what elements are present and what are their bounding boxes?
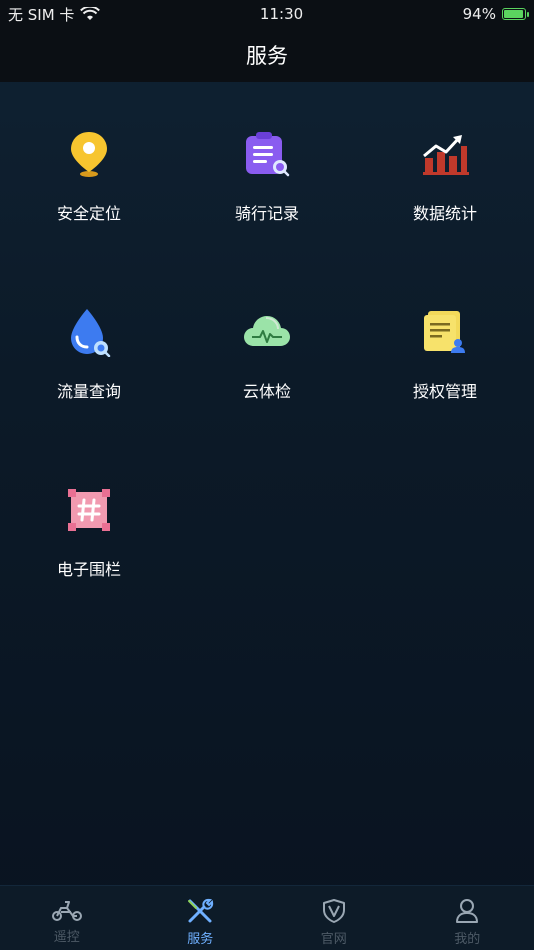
status-right: 94% [462,5,529,23]
service-label: 骑行记录 [234,204,299,223]
tab-website[interactable]: 官网 [267,886,401,950]
service-label: 授权管理 [412,382,477,401]
tab-label: 官网 [320,932,347,947]
clipboard-record-icon [241,128,293,180]
service-cloud-check[interactable]: 云体检 [178,260,356,438]
tab-label: 服务 [187,932,214,947]
tab-services[interactable]: 服务 [134,886,268,950]
clock: 11:30 [259,5,304,23]
status-bar: 无 SIM 卡 11:30 94% [0,0,534,28]
tab-mine[interactable]: 我的 [401,886,534,950]
water-drop-search-icon [63,306,115,358]
tab-bar: 遥控 服务 官网 我的 [0,885,534,950]
chart-trend-icon [419,128,471,180]
service-label: 流量查询 [56,382,121,401]
tab-label: 我的 [454,932,481,947]
service-label: 安全定位 [56,204,121,223]
service-ride-record[interactable]: 骑行记录 [178,82,356,260]
battery-icon [501,8,529,20]
service-data-usage[interactable]: 流量查询 [0,260,178,438]
fence-hash-icon [63,484,115,536]
services-grid: 安全定位 骑行记录 数据统计 流量查询 云体检 授权管理 电子围栏 [0,82,534,616]
page-header: 服务 [0,28,534,82]
service-location[interactable]: 安全定位 [0,82,178,260]
document-user-icon [419,306,471,358]
service-label: 电子围栏 [56,560,121,579]
tab-label: 遥控 [53,930,80,945]
status-left: 无 SIM 卡 [8,4,101,25]
service-statistics[interactable]: 数据统计 [356,82,534,260]
scooter-icon [51,901,82,921]
location-pin-icon [63,128,115,180]
service-label: 数据统计 [412,204,477,223]
tab-remote[interactable]: 遥控 [0,886,134,950]
page-title: 服务 [246,44,288,68]
wifi-icon [80,7,101,20]
service-geofence[interactable]: 电子围栏 [0,438,178,616]
shield-icon [322,899,345,923]
battery-percent: 94% [462,5,496,23]
service-label: 云体检 [242,382,291,401]
carrier-text: 无 SIM 卡 [8,5,75,24]
service-authorization[interactable]: 授权管理 [356,260,534,438]
tools-icon [188,898,214,923]
user-icon [456,899,479,923]
cloud-pulse-icon [241,306,293,358]
